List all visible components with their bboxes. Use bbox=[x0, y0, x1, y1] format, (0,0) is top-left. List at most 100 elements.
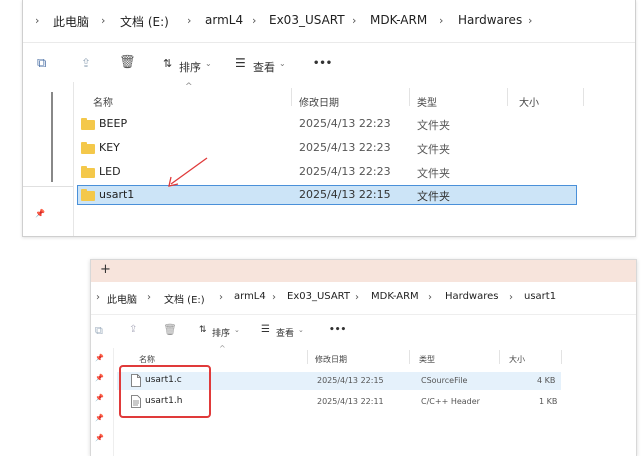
column-header-date[interactable]: 修改日期 bbox=[315, 354, 347, 365]
breadcrumb-item[interactable]: armL4 bbox=[205, 13, 243, 27]
column-header-size[interactable]: 大小 bbox=[519, 94, 539, 109]
file-type: CSourceFile bbox=[421, 376, 468, 385]
sort-icon[interactable]: ⇅ bbox=[199, 325, 207, 335]
file-name: LED bbox=[99, 165, 121, 178]
command-bar: ⧉ ⇪ 🗑 ⇅ 排序 ⌄ ☰ 查看 ⌄ ••• bbox=[91, 318, 636, 346]
breadcrumb-item[interactable]: Ex03_USART bbox=[269, 13, 345, 27]
pin-icon[interactable]: 📌 bbox=[95, 374, 104, 382]
file-date: 2025/4/13 22:23 bbox=[299, 165, 391, 178]
pin-icon[interactable]: 📌 bbox=[95, 354, 104, 362]
file-date: 2025/4/13 22:15 bbox=[317, 376, 384, 385]
breadcrumb-item[interactable]: armL4 bbox=[234, 291, 266, 302]
delete-icon[interactable]: 🗑 bbox=[119, 55, 136, 70]
column-header-size[interactable]: 大小 bbox=[509, 354, 525, 365]
chevron-down-icon: ⌄ bbox=[298, 326, 304, 334]
list-item[interactable]: KEY 2025/4/13 22:23 文件夹 bbox=[77, 138, 577, 158]
address-bar[interactable]: › 此电脑 › 文档 (E:) › armL4 › Ex03_USART › M… bbox=[23, 0, 635, 43]
column-header-date[interactable]: 修改日期 bbox=[299, 94, 339, 109]
column-header-type[interactable]: 类型 bbox=[417, 94, 437, 109]
file-name: BEEP bbox=[99, 117, 128, 130]
chevron-right-icon[interactable]: › bbox=[96, 292, 100, 303]
breadcrumb-item[interactable]: Hardwares bbox=[458, 13, 522, 27]
annotation-arrow bbox=[168, 157, 208, 187]
file-date: 2025/4/13 22:15 bbox=[299, 188, 391, 201]
folder-icon bbox=[81, 189, 95, 201]
chevron-right-icon: › bbox=[252, 14, 257, 27]
more-options-button[interactable]: ••• bbox=[329, 325, 346, 335]
new-tab-button[interactable]: + bbox=[100, 262, 111, 277]
delete-icon[interactable]: 🗑 bbox=[163, 323, 177, 336]
file-name: usart1 bbox=[99, 188, 135, 201]
breadcrumb-item[interactable]: 此电脑 bbox=[53, 13, 89, 30]
chevron-right-icon[interactable]: › bbox=[528, 14, 532, 27]
pin-icon[interactable]: 📌 bbox=[95, 394, 104, 402]
new-icon[interactable]: ⧉ bbox=[37, 56, 46, 71]
nav-scrollbar[interactable] bbox=[51, 92, 53, 182]
view-button[interactable]: 查看 bbox=[253, 59, 275, 75]
file-type: 文件夹 bbox=[417, 143, 450, 156]
column-header-name[interactable]: 名称 bbox=[93, 94, 113, 109]
column-header-type[interactable]: 类型 bbox=[419, 354, 435, 365]
chevron-right-icon: › bbox=[352, 14, 357, 27]
folder-icon bbox=[81, 118, 95, 130]
chevron-right-icon: › bbox=[219, 292, 223, 303]
sort-icon[interactable]: ⇅ bbox=[163, 57, 172, 70]
file-type: 文件夹 bbox=[417, 190, 450, 203]
sort-button[interactable]: 排序 bbox=[179, 59, 201, 75]
chevron-down-icon: ⌄ bbox=[205, 59, 212, 68]
breadcrumb-item[interactable]: 文档 (E:) bbox=[120, 13, 169, 30]
breadcrumb-item[interactable]: usart1 bbox=[524, 291, 556, 302]
list-item-selected[interactable]: usart1 2025/4/13 22:15 文件夹 bbox=[77, 185, 577, 205]
breadcrumb-item[interactable]: 文档 (E:) bbox=[164, 291, 205, 306]
chevron-right-icon: › bbox=[147, 292, 151, 303]
tab-bar: + bbox=[91, 260, 636, 282]
chevron-down-icon: ⌄ bbox=[234, 326, 240, 334]
breadcrumb-item[interactable]: Ex03_USART bbox=[287, 291, 350, 302]
nav-pane: 📌 bbox=[23, 82, 74, 236]
command-bar: ⧉ ⇪ 🗑 ⇅ 排序 ⌄ ☰ 查看 ⌄ ••• bbox=[23, 46, 635, 82]
breadcrumb-item[interactable]: MDK-ARM bbox=[370, 13, 427, 27]
file-size: 1 KB bbox=[539, 397, 558, 406]
share-icon[interactable]: ⇪ bbox=[129, 324, 137, 335]
explorer-window-hardwares: › 此电脑 › 文档 (E:) › armL4 › Ex03_USART › M… bbox=[22, 0, 636, 237]
more-options-button[interactable]: ••• bbox=[313, 58, 332, 69]
file-type: 文件夹 bbox=[417, 167, 450, 180]
sort-button[interactable]: 排序 bbox=[212, 326, 230, 339]
annotation-highlight-box bbox=[119, 365, 211, 418]
view-icon[interactable]: ☰ bbox=[235, 56, 246, 70]
sort-indicator-icon: ^ bbox=[219, 344, 226, 353]
chevron-right-icon: › bbox=[101, 14, 106, 27]
file-date: 2025/4/13 22:11 bbox=[317, 397, 384, 406]
column-header-name[interactable]: 名称 bbox=[139, 354, 155, 365]
nav-pane: 📌 📌 📌 📌 📌 bbox=[91, 348, 114, 456]
breadcrumb-item[interactable]: Hardwares bbox=[445, 291, 499, 302]
file-type: C/C++ Header bbox=[421, 397, 480, 406]
breadcrumb-item[interactable]: MDK-ARM bbox=[371, 291, 419, 302]
list-item[interactable]: BEEP 2025/4/13 22:23 文件夹 bbox=[77, 114, 577, 134]
share-icon[interactable]: ⇪ bbox=[81, 56, 91, 70]
file-date: 2025/4/13 22:23 bbox=[299, 141, 391, 154]
explorer-window-usart1: + › 此电脑 › 文档 (E:) › armL4 › Ex03_USART ›… bbox=[90, 259, 637, 456]
chevron-right-icon: › bbox=[439, 14, 444, 27]
chevron-right-icon: › bbox=[355, 292, 359, 303]
folder-icon bbox=[81, 142, 95, 154]
address-bar[interactable]: › 此电脑 › 文档 (E:) › armL4 › Ex03_USART › M… bbox=[91, 282, 636, 315]
new-icon[interactable]: ⧉ bbox=[95, 324, 103, 338]
breadcrumb-item[interactable]: 此电脑 bbox=[107, 291, 137, 306]
pin-icon[interactable]: 📌 bbox=[35, 209, 45, 218]
view-button[interactable]: 查看 bbox=[276, 326, 294, 339]
file-date: 2025/4/13 22:23 bbox=[299, 117, 391, 130]
file-type: 文件夹 bbox=[417, 119, 450, 132]
pin-icon[interactable]: 📌 bbox=[95, 414, 104, 422]
view-icon[interactable]: ☰ bbox=[261, 324, 270, 335]
folder-icon bbox=[81, 166, 95, 178]
list-item[interactable]: LED 2025/4/13 22:23 文件夹 bbox=[77, 162, 577, 182]
file-name: KEY bbox=[99, 141, 120, 154]
pin-icon[interactable]: 📌 bbox=[95, 434, 104, 442]
sort-indicator-icon: ^ bbox=[185, 82, 193, 92]
nav-divider bbox=[23, 186, 73, 187]
chevron-right-icon[interactable]: › bbox=[35, 14, 39, 27]
chevron-right-icon: › bbox=[509, 292, 513, 303]
chevron-right-icon: › bbox=[272, 292, 276, 303]
chevron-down-icon: ⌄ bbox=[279, 59, 286, 68]
